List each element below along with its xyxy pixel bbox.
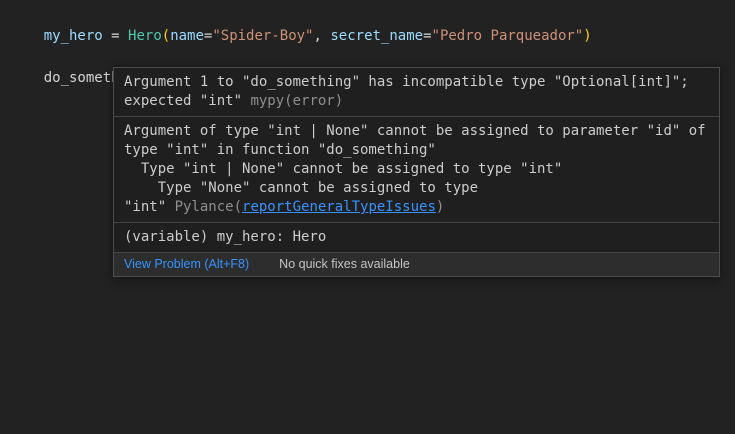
pylance-message-line-2: type "int" in function "do_something" [124, 141, 709, 160]
variable-type-info: (variable) my_hero: Hero [124, 228, 709, 247]
variable-my-hero: my_hero [44, 28, 103, 44]
class-hero: Hero [128, 28, 162, 44]
comma: , [314, 28, 331, 44]
hover-status-bar: View Problem (Alt+F8) No quick fixes ava… [114, 252, 719, 276]
operator-assign: = [103, 28, 128, 44]
pylance-message-line-1: Argument of type "int | None" cannot be … [124, 122, 709, 141]
pylance-message-line-3: Type "int | None" cannot be assigned to … [124, 160, 709, 179]
kwarg-secret-name: secret_name [330, 28, 423, 44]
mypy-message-line-2: expected "int" mypy(error) [124, 92, 709, 111]
error-hover-tooltip: Argument 1 to "do_something" has incompa… [113, 67, 720, 277]
pylance-message-line-4: Type "None" cannot be assigned to type [124, 179, 709, 198]
mypy-source-label: mypy(error) [250, 93, 343, 109]
pylance-source-label: Pylance( [175, 199, 242, 215]
report-general-type-issues-link[interactable]: reportGeneralTypeIssues [242, 199, 436, 215]
code-editor[interactable]: my_hero = Hero(name = "Spider-Boy", secret… [0, 0, 735, 434]
variable-info-section: (variable) my_hero: Hero [114, 222, 719, 252]
string-spider-boy: "Spider-Boy" [212, 28, 313, 44]
view-problem-button[interactable]: View Problem (Alt+F8) [124, 257, 249, 271]
mypy-message-line-1: Argument 1 to "do_something" has incompa… [124, 73, 709, 92]
string-pedro-parqueador: "Pedro Parqueador" [432, 28, 584, 44]
open-paren: ( [162, 28, 170, 44]
kwarg-name: name [170, 28, 204, 44]
no-quick-fixes-label: No quick fixes available [279, 257, 410, 271]
operator-equals: = [423, 28, 431, 44]
mypy-message-text: expected "int" [124, 93, 250, 109]
pylance-message-text: "int" [124, 199, 175, 215]
mypy-diagnostic-section: Argument 1 to "do_something" has incompa… [114, 68, 719, 116]
close-paren: ) [583, 28, 591, 44]
pylance-source-label-close: ) [436, 199, 444, 215]
pylance-diagnostic-section: Argument of type "int | None" cannot be … [114, 116, 719, 222]
pylance-message-line-5: "int" Pylance(reportGeneralTypeIssues) [124, 198, 709, 217]
